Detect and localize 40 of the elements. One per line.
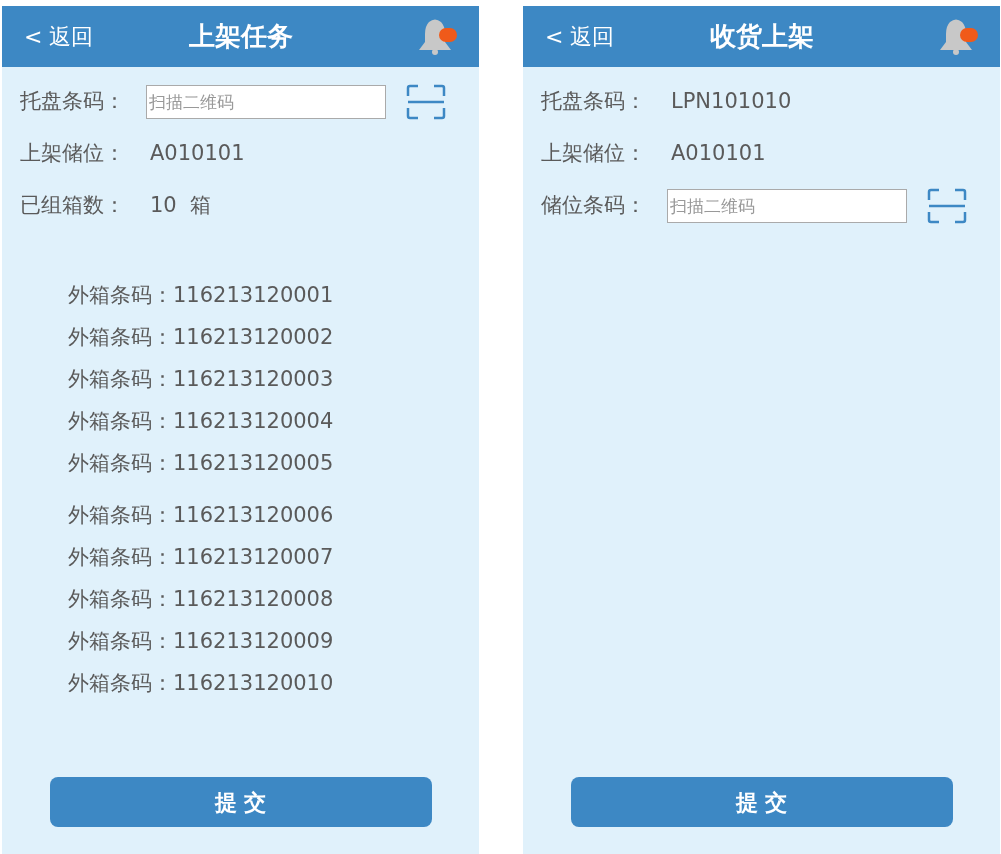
screen-title: 收货上架 xyxy=(709,20,814,53)
field-label: 托盘条码： xyxy=(541,88,647,116)
box-barcode: 116213120008 xyxy=(173,586,334,614)
field-value: A010101 xyxy=(149,140,245,168)
box-label: 外箱条码： xyxy=(68,502,173,530)
box-label: 外箱条码： xyxy=(68,544,173,572)
field-value: LPN101010 xyxy=(670,88,792,116)
field-label: 储位条码： xyxy=(541,192,647,220)
box-barcode: 116213120001 xyxy=(173,282,334,310)
field-label: 上架储位： xyxy=(20,140,126,168)
field-value: A010101 xyxy=(670,140,766,168)
submit-button[interactable]: 提 交 xyxy=(49,777,432,827)
box-label: 外箱条码： xyxy=(68,586,173,614)
box-label: 外箱条码： xyxy=(68,450,173,478)
box-barcode: 116213120010 xyxy=(173,670,334,698)
barcode-input[interactable]: 扫描二维码 xyxy=(146,85,386,119)
scan-icon[interactable] xyxy=(927,188,967,224)
box-label: 外箱条码： xyxy=(68,628,173,656)
box-label: 外箱条码： xyxy=(68,670,173,698)
field-value: 10 箱 xyxy=(149,192,212,220)
field-label: 托盘条码： xyxy=(20,88,126,116)
field-label: 已组箱数： xyxy=(20,192,126,220)
back-link[interactable]: < 返回 xyxy=(545,20,615,53)
back-link[interactable]: < 返回 xyxy=(24,20,94,53)
box-barcode: 116213120002 xyxy=(173,324,334,352)
submit-button[interactable]: 提 交 xyxy=(570,777,953,827)
box-barcode: 116213120004 xyxy=(173,408,334,436)
box-label: 外箱条码： xyxy=(68,324,173,352)
box-label: 外箱条码： xyxy=(68,408,173,436)
field-label: 上架储位： xyxy=(541,140,647,168)
screen-title: 上架任务 xyxy=(188,20,293,53)
box-label: 外箱条码： xyxy=(68,282,173,310)
box-label: 外箱条码： xyxy=(68,366,173,394)
scan-icon[interactable] xyxy=(406,84,446,120)
box-barcode: 116213120007 xyxy=(173,544,334,572)
barcode-input[interactable]: 扫描二维码 xyxy=(667,189,907,223)
box-barcode: 116213120006 xyxy=(173,502,334,530)
box-barcode: 116213120005 xyxy=(173,450,334,478)
box-barcode: 116213120009 xyxy=(173,628,334,656)
box-barcode: 116213120003 xyxy=(173,366,334,394)
